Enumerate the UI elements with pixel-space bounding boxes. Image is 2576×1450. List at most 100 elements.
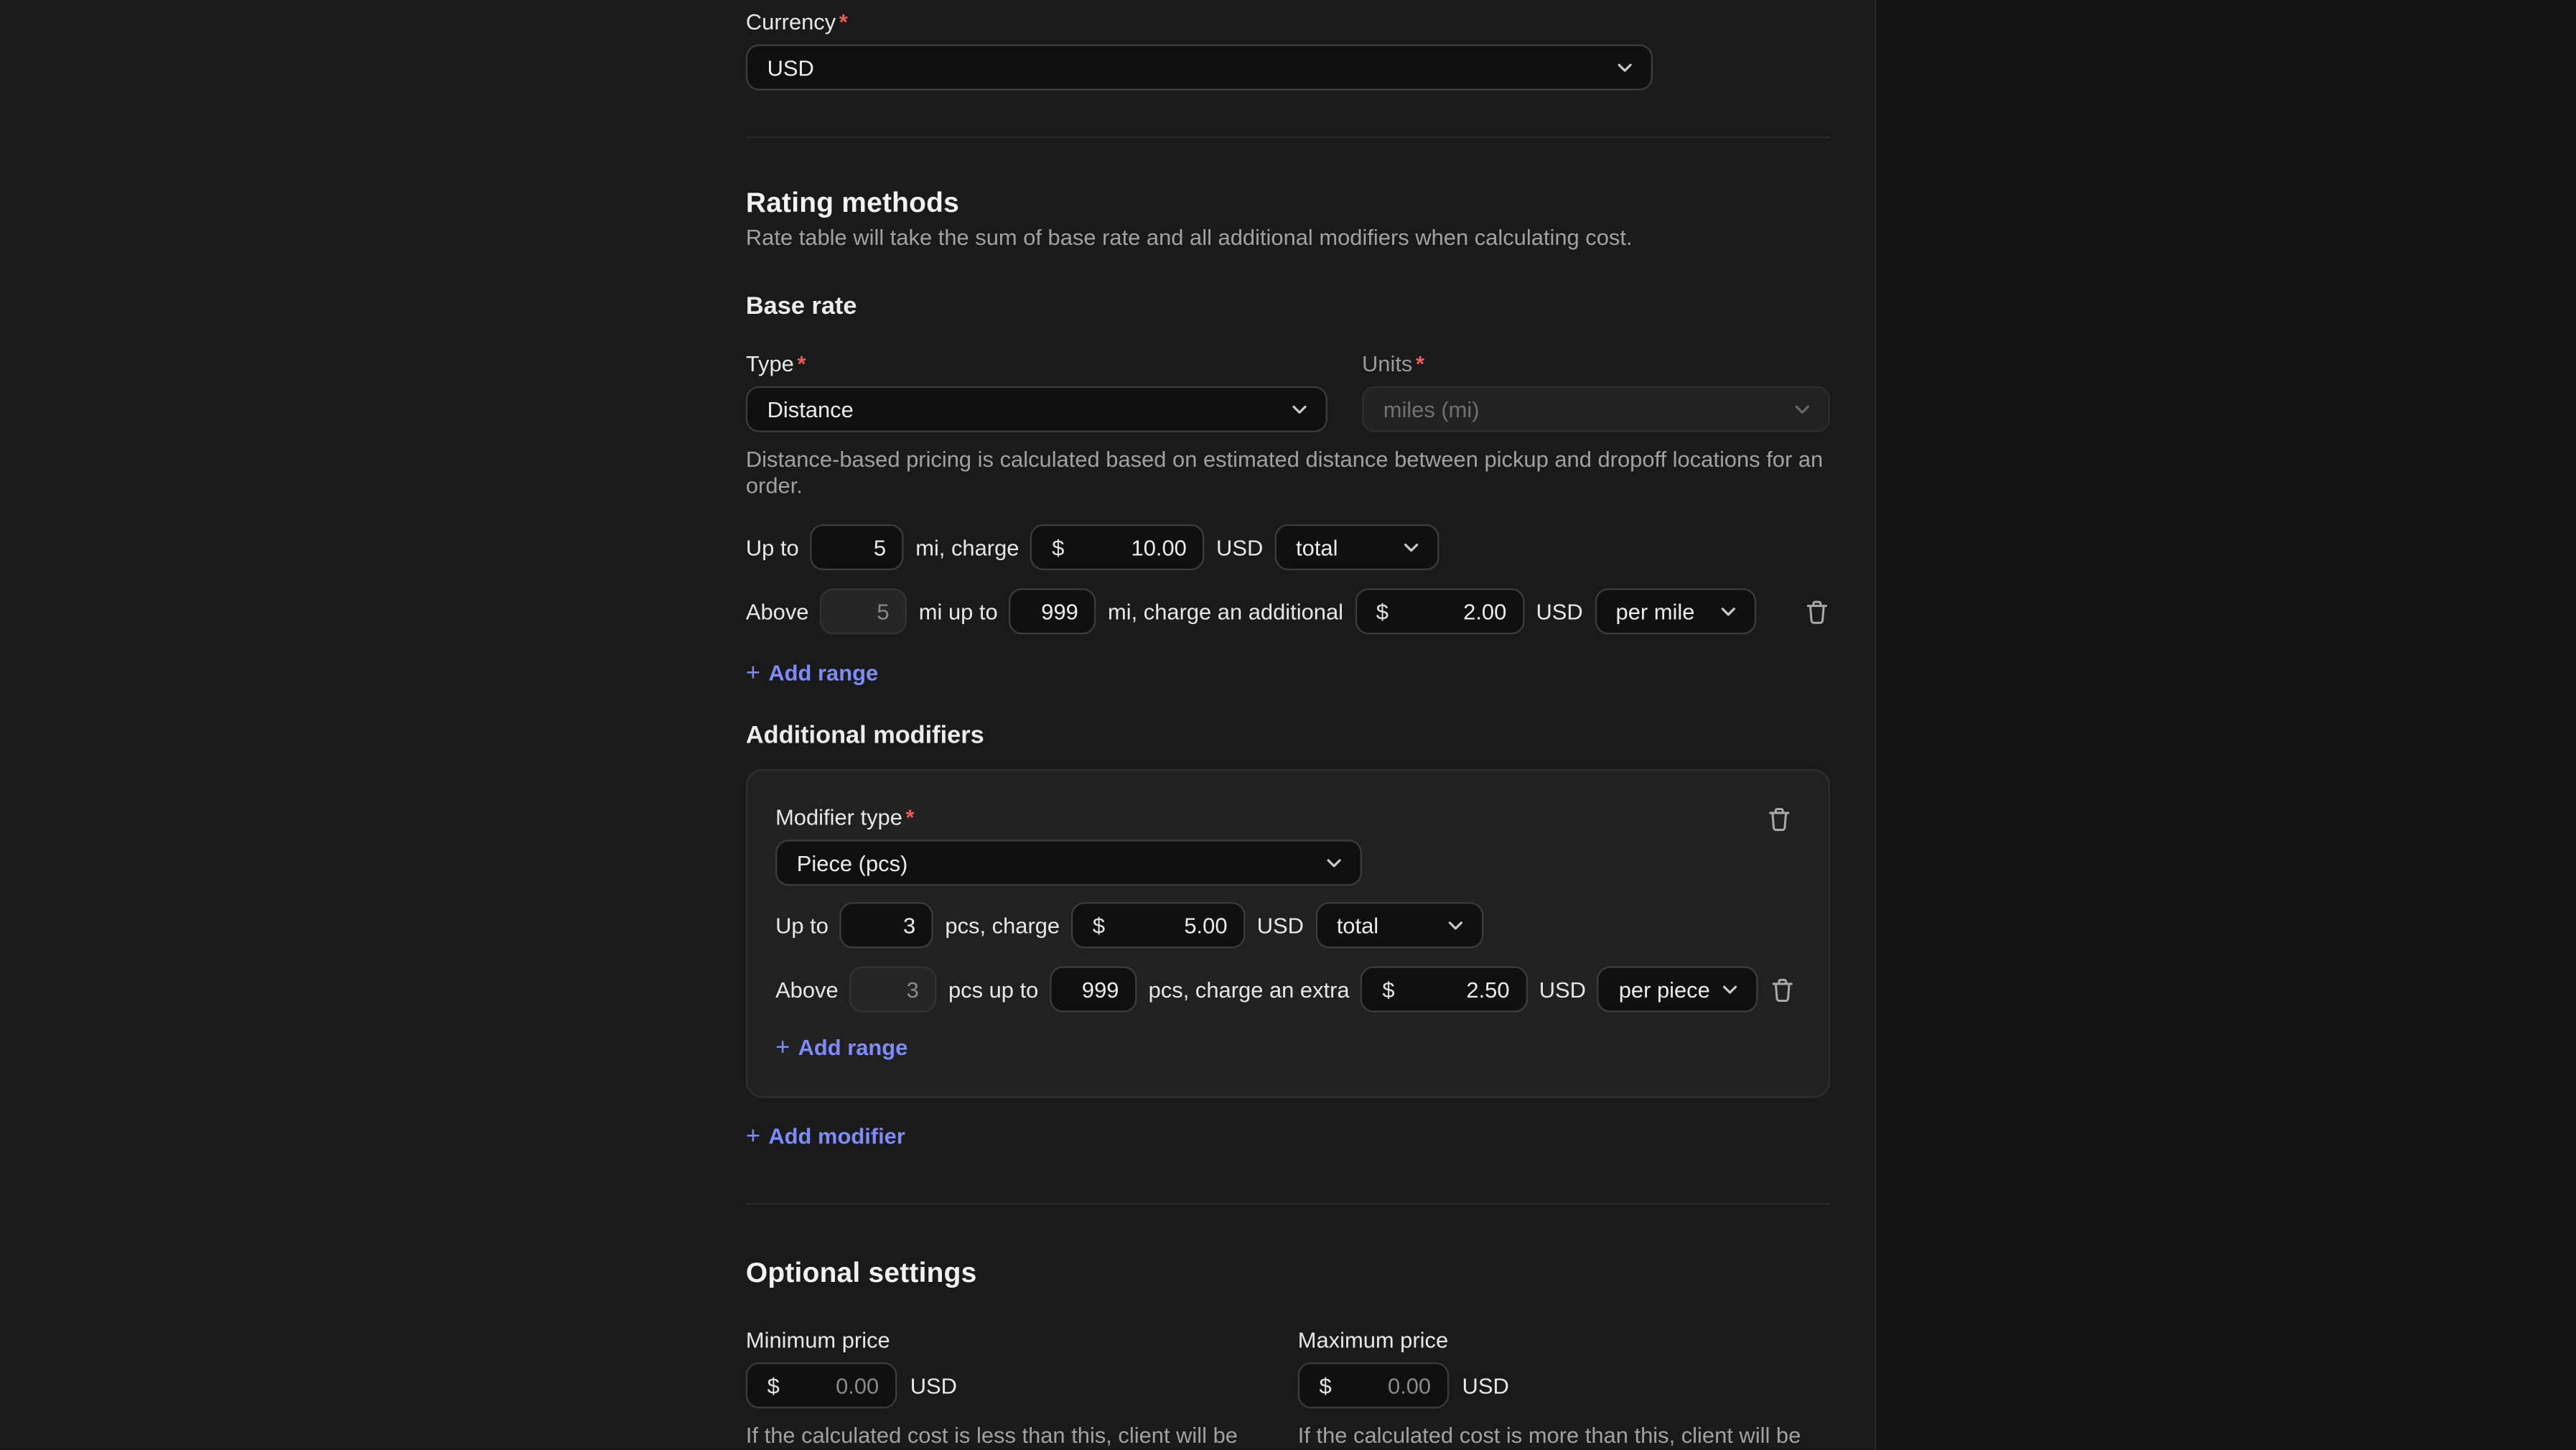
range-mid-label: mi, charge [915,535,1019,559]
base-rate-range-row: Above mi up to mi, charge an additional … [746,588,1830,634]
range-qty-input[interactable] [811,524,904,570]
range-amount-input[interactable] [1395,977,1510,1001]
currency-symbol: $ [1382,977,1394,1001]
rating-methods-title: Rating methods [746,187,1830,218]
units-select-value: miles (mi) [1383,397,1793,422]
minimum-price-label: Minimum price [746,1328,1259,1352]
delete-range-button[interactable] [1769,975,1796,1003]
delete-range-button[interactable] [1804,598,1831,626]
range-amount-field[interactable]: $ [1361,967,1528,1013]
chevron-down-icon [1719,602,1738,621]
currency-symbol: $ [1319,1373,1331,1398]
currency-code-label: USD [1462,1373,1509,1398]
range-unit-select[interactable]: total [1274,524,1439,570]
minimum-price-input[interactable] [780,1373,879,1398]
range-unit-value: per mile [1616,599,1719,623]
range-unit-value: total [1296,535,1401,559]
modifier-type-label: Modifier type* [775,805,915,829]
type-select[interactable]: Distance [746,386,1327,432]
range-mid-label: pcs up to [948,977,1038,1001]
currency-code-label: USD [1536,599,1582,623]
optional-settings-title: Optional settings [746,1258,1830,1288]
chevron-down-icon [1720,980,1740,999]
maximum-price-field[interactable]: $ [1298,1362,1450,1408]
currency-symbol: $ [1052,535,1064,559]
base-rate-title: Base rate [746,294,1830,321]
chevron-down-icon [1793,399,1812,419]
modifier-type-label-text: Modifier type [775,805,902,829]
range-prefix-label: Up to [775,913,829,937]
add-range-button[interactable]: + Add range [746,661,878,685]
currency-symbol: $ [767,1373,780,1398]
currency-label: Currency* [746,10,1830,34]
add-modifier-button[interactable]: + Add modifier [746,1124,905,1148]
range-from-input [820,588,907,634]
modifier-type-select[interactable]: Piece (pcs) [775,840,1362,886]
currency-code-label: USD [1257,913,1304,937]
range-unit-select[interactable]: per piece [1597,967,1758,1013]
currency-code-label: USD [910,1373,957,1398]
range-amount-input[interactable] [1064,535,1186,559]
range-amount-input[interactable] [1105,913,1227,937]
trash-icon [1766,805,1793,833]
currency-code-label: USD [1216,535,1263,559]
add-range-label: Add range [768,661,878,685]
range-amount-input[interactable] [1389,599,1506,623]
required-asterisk: * [839,10,848,34]
chevron-down-icon [1615,57,1634,77]
type-label-text: Type [746,352,794,376]
add-range-button[interactable]: + Add range [775,1036,907,1060]
range-mid-label: pcs, charge an extra [1149,977,1350,1001]
type-label: Type* [746,352,1327,376]
section-divider [746,136,1830,138]
add-range-label: Add range [798,1036,908,1060]
additional-modifiers-title: Additional modifiers [746,723,1830,750]
range-unit-value: per piece [1619,977,1720,1001]
range-mid-label: mi up to [919,599,998,623]
range-amount-field[interactable]: $ [1355,588,1524,634]
range-unit-select[interactable]: total [1315,902,1483,948]
required-asterisk: * [797,352,806,376]
currency-select-value: USD [767,55,1615,80]
chevron-down-icon [1289,399,1309,419]
range-unit-value: total [1337,913,1445,937]
units-select: miles (mi) [1362,386,1830,432]
base-rate-range-row: Up to mi, charge $ USD total [746,524,1830,570]
maximum-price-input[interactable] [1332,1373,1431,1398]
currency-label-text: Currency [746,10,836,34]
minimum-price-help: If the calculated cost is less than this… [746,1425,1259,1450]
minimum-price-field[interactable]: $ [746,1362,897,1408]
modifier-range-row: Above pcs up to pcs, charge an extra $ U… [775,967,1801,1013]
section-divider [746,1203,1830,1204]
type-select-value: Distance [767,397,1290,422]
range-mid-label: pcs, charge [945,913,1060,937]
trash-icon [1769,975,1796,1003]
delete-modifier-button[interactable] [1766,805,1793,833]
currency-select[interactable]: USD [746,45,1653,90]
rating-methods-subtitle: Rate table will take the sum of base rat… [746,225,1830,251]
currency-symbol: $ [1093,913,1105,937]
range-prefix-label: Above [775,977,839,1001]
range-qty-input[interactable] [840,902,933,948]
range-amount-field[interactable]: $ [1030,524,1205,570]
range-to-input[interactable] [1050,967,1137,1013]
plus-icon: + [746,1125,760,1147]
range-unit-select[interactable]: per mile [1595,588,1756,634]
modifier-card: Modifier type* Piece (pcs) Up to pcs, ch… [746,769,1830,1098]
range-prefix-label: Up to [746,535,799,559]
chevron-down-icon [1401,537,1421,557]
range-prefix-label: Above [746,599,809,623]
chevron-down-icon [1324,853,1343,873]
currency-code-label: USD [1539,977,1586,1001]
units-label-text: Units [1362,352,1412,376]
units-label: Units* [1362,352,1830,376]
add-modifier-label: Add modifier [768,1124,905,1148]
rate-table-form-panel: Currency* USD Rating methods Rate table … [0,0,1876,1450]
currency-symbol: $ [1376,599,1389,623]
trash-icon [1804,598,1831,626]
range-amount-field[interactable]: $ [1071,902,1246,948]
type-description: Distance-based pricing is calculated bas… [746,447,1830,499]
range-to-input[interactable] [1009,588,1096,634]
plus-icon: + [746,662,760,684]
plus-icon: + [775,1037,790,1059]
